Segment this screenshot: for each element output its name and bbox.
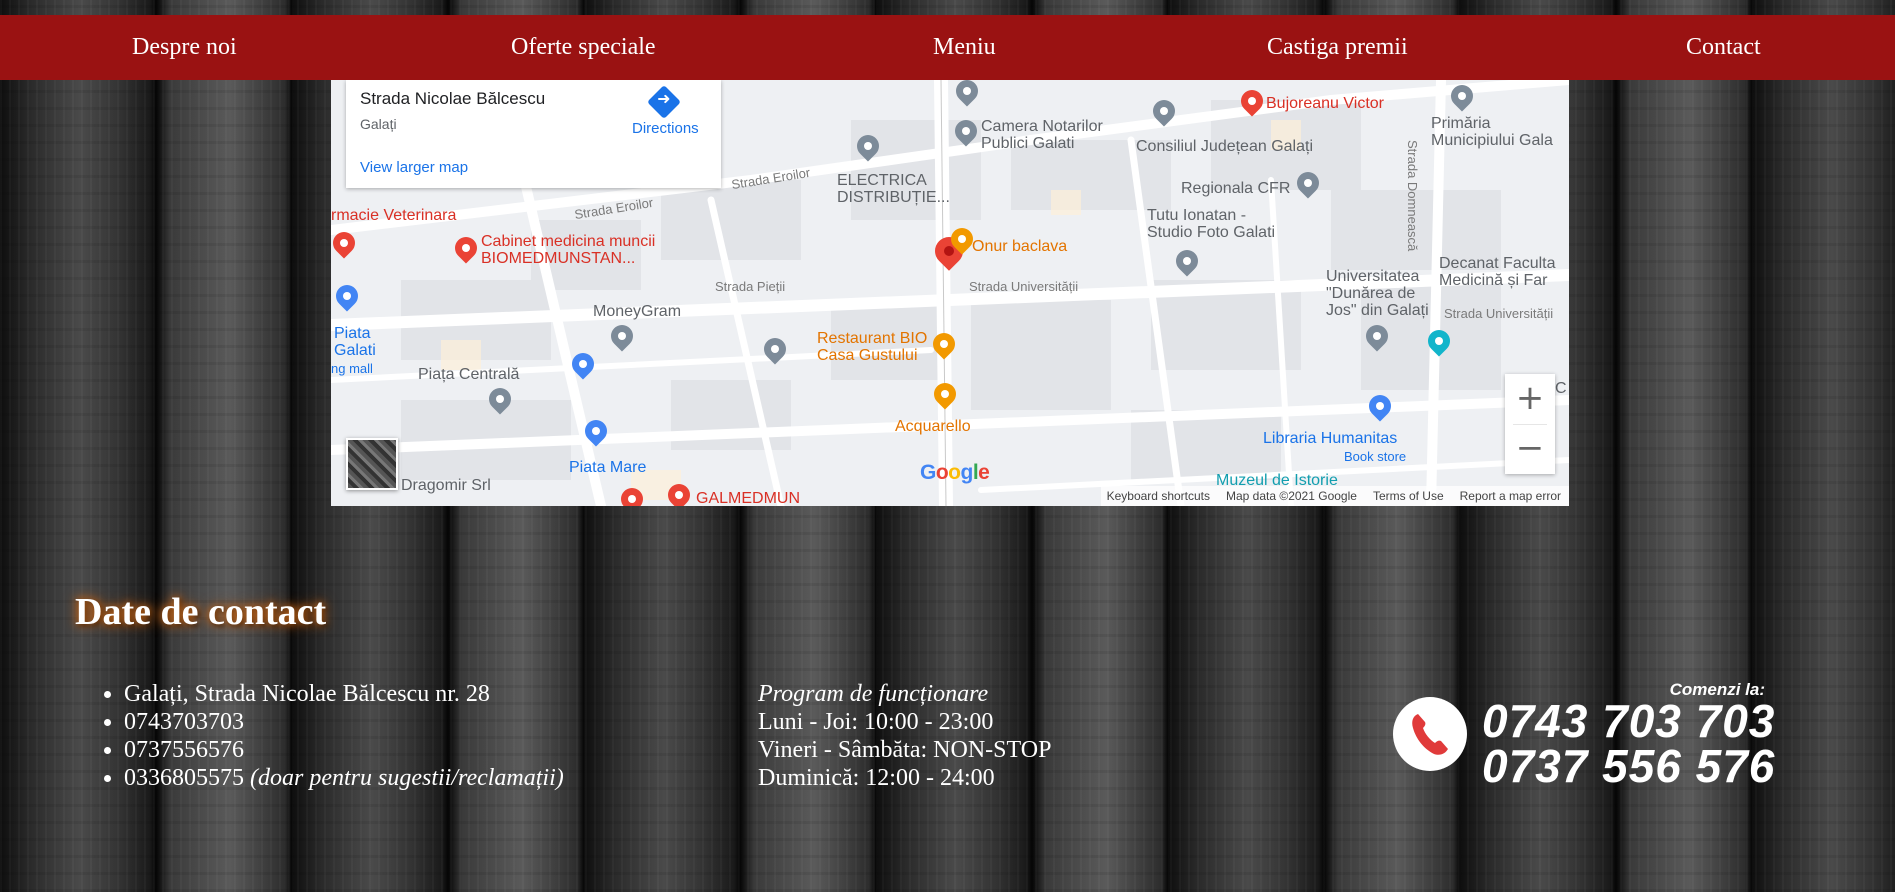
- poi-label-libraria: Libraria Humanitas: [1263, 430, 1398, 447]
- contact-phone-1: 0743703703: [124, 708, 564, 736]
- nav-meniu[interactable]: Meniu: [933, 34, 996, 61]
- poi-label-c: C: [1555, 380, 1567, 397]
- directions-icon[interactable]: [647, 85, 681, 119]
- poi-label-piata-mare: Piata Mare: [569, 459, 647, 476]
- poi-label-dragomir: Dragomir Srl: [401, 477, 491, 494]
- poi-label-consiliul: Consiliul Județean Galați: [1136, 138, 1313, 155]
- directions-link[interactable]: Directions: [632, 120, 699, 137]
- terms-of-use-link[interactable]: Terms of Use: [1373, 489, 1444, 503]
- hours-fri-sat: Vineri - Sâmbăta: NON-STOP: [758, 737, 1052, 763]
- zoom-in-button[interactable]: +: [1505, 374, 1555, 424]
- poi-label-electrica: ELECTRICA DISTRIBUȚIE...: [837, 172, 950, 206]
- zoom-controls: + −: [1505, 374, 1555, 474]
- hours-mon-thu: Luni - Joi: 10:00 - 23:00: [758, 709, 994, 735]
- contact-phone-3-note: (doar pentru sugestii/reclamații): [250, 765, 564, 791]
- top-navbar: Despre noi Oferte speciale Meniu Castiga…: [0, 15, 1895, 80]
- info-card-subtitle: Galați: [360, 116, 397, 132]
- keyboard-shortcuts-link[interactable]: Keyboard shortcuts: [1107, 489, 1210, 503]
- zoom-out-button[interactable]: −: [1505, 424, 1555, 474]
- contact-phone-3: 0336805575 (doar pentru sugestii/reclama…: [124, 764, 564, 792]
- contact-phone-3-text: 0336805575: [124, 765, 244, 791]
- google-map[interactable]: Strada Eroilor Strada Eroilor Strada Pie…: [331, 80, 1569, 506]
- google-logo: Google: [920, 461, 990, 484]
- order-phone-badge: Comenzi la: 0743 703 703 0737 556 576: [1390, 680, 1774, 790]
- report-map-error-link[interactable]: Report a map error: [1460, 489, 1561, 503]
- contact-heading: Date de contact: [75, 591, 327, 633]
- poi-label-galmedmun: GALMEDMUN: [696, 490, 801, 506]
- poi-label-acquarello: Acquarello: [895, 418, 971, 435]
- contact-address-text: Galați, Strada Nicolae Bălcescu nr. 28: [124, 681, 490, 707]
- satellite-view-toggle[interactable]: [346, 438, 398, 490]
- nav-despre-noi[interactable]: Despre noi: [132, 34, 237, 61]
- poi-label-onur: Onur baclava: [972, 238, 1068, 255]
- poi-label-piata-galati: Piata Galati: [334, 325, 376, 359]
- street-label-universitatii: Strada Universității: [969, 279, 1079, 294]
- hours-title: Program de funcționare: [758, 681, 989, 707]
- street-label-universitatii-2: Strada Universității: [1444, 306, 1554, 321]
- contact-phone-1-text: 0743703703: [124, 709, 244, 735]
- poi-label-tutu: Tutu Ionatan - Studio Foto Galati: [1147, 207, 1276, 241]
- poi-label-book-store: Book store: [1344, 449, 1407, 464]
- poi-label-piata-centrala: Piața Centrală: [418, 366, 520, 383]
- poi-label-bujoreanu: Bujoreanu Victor: [1266, 95, 1384, 112]
- opening-hours: Program de funcționare Luni - Joi: 10:00…: [758, 680, 1051, 792]
- map-footer: Keyboard shortcuts Map data ©2021 Google…: [1100, 486, 1569, 506]
- poi-label-regionala-cfr: Regionala CFR: [1181, 180, 1291, 197]
- nav-castiga-premii[interactable]: Castiga premii: [1267, 34, 1408, 61]
- poi-label-moneygram: MoneyGram: [593, 303, 682, 320]
- map-data-attribution: Map data ©2021 Google: [1226, 489, 1357, 503]
- map-info-card: Strada Nicolae Bălcescu Galați View larg…: [346, 80, 721, 188]
- contact-address: Galați, Strada Nicolae Bălcescu nr. 28: [124, 680, 564, 708]
- contact-phone-2-text: 0737556576: [124, 737, 244, 763]
- poi-label-farmacie: rmacie Veterinara: [331, 207, 457, 224]
- poi-label-mall: ng mall: [331, 361, 373, 376]
- order-number-1[interactable]: 0743 703 703: [1482, 698, 1775, 744]
- order-number-2[interactable]: 0737 556 576: [1482, 743, 1775, 789]
- poi-label-camera-notarilor: Camera Notarilor Publici Galati: [981, 118, 1103, 152]
- hours-sun: Duminică: 12:00 - 24:00: [758, 765, 995, 791]
- info-card-title: Strada Nicolae Bălcescu: [360, 89, 546, 108]
- poi-label-cabinet: Cabinet medicina muncii BIOMEDMUNSTAN...: [481, 233, 656, 267]
- poi-label-restaurant-bio: Restaurant BIO Casa Gustului: [817, 330, 928, 364]
- poi-label-decanat: Decanat Faculta Medicină și Far: [1439, 255, 1556, 289]
- poi-label-universitatea: Universitatea "Dunărea de Jos" din Galaț…: [1326, 268, 1429, 319]
- view-larger-map-link[interactable]: View larger map: [360, 159, 468, 176]
- nav-oferte-speciale[interactable]: Oferte speciale: [511, 34, 656, 61]
- street-label-domneasca: Strada Domnească: [1405, 140, 1420, 252]
- nav-contact[interactable]: Contact: [1686, 34, 1761, 61]
- phone-icon: [1393, 697, 1467, 771]
- poi-label-primaria: Primăria Municipiului Gala: [1431, 115, 1553, 149]
- contact-phone-2: 0737556576: [124, 736, 564, 764]
- contact-list: Galați, Strada Nicolae Bălcescu nr. 28 0…: [98, 680, 564, 792]
- street-label-pietii: Strada Pieții: [715, 279, 786, 294]
